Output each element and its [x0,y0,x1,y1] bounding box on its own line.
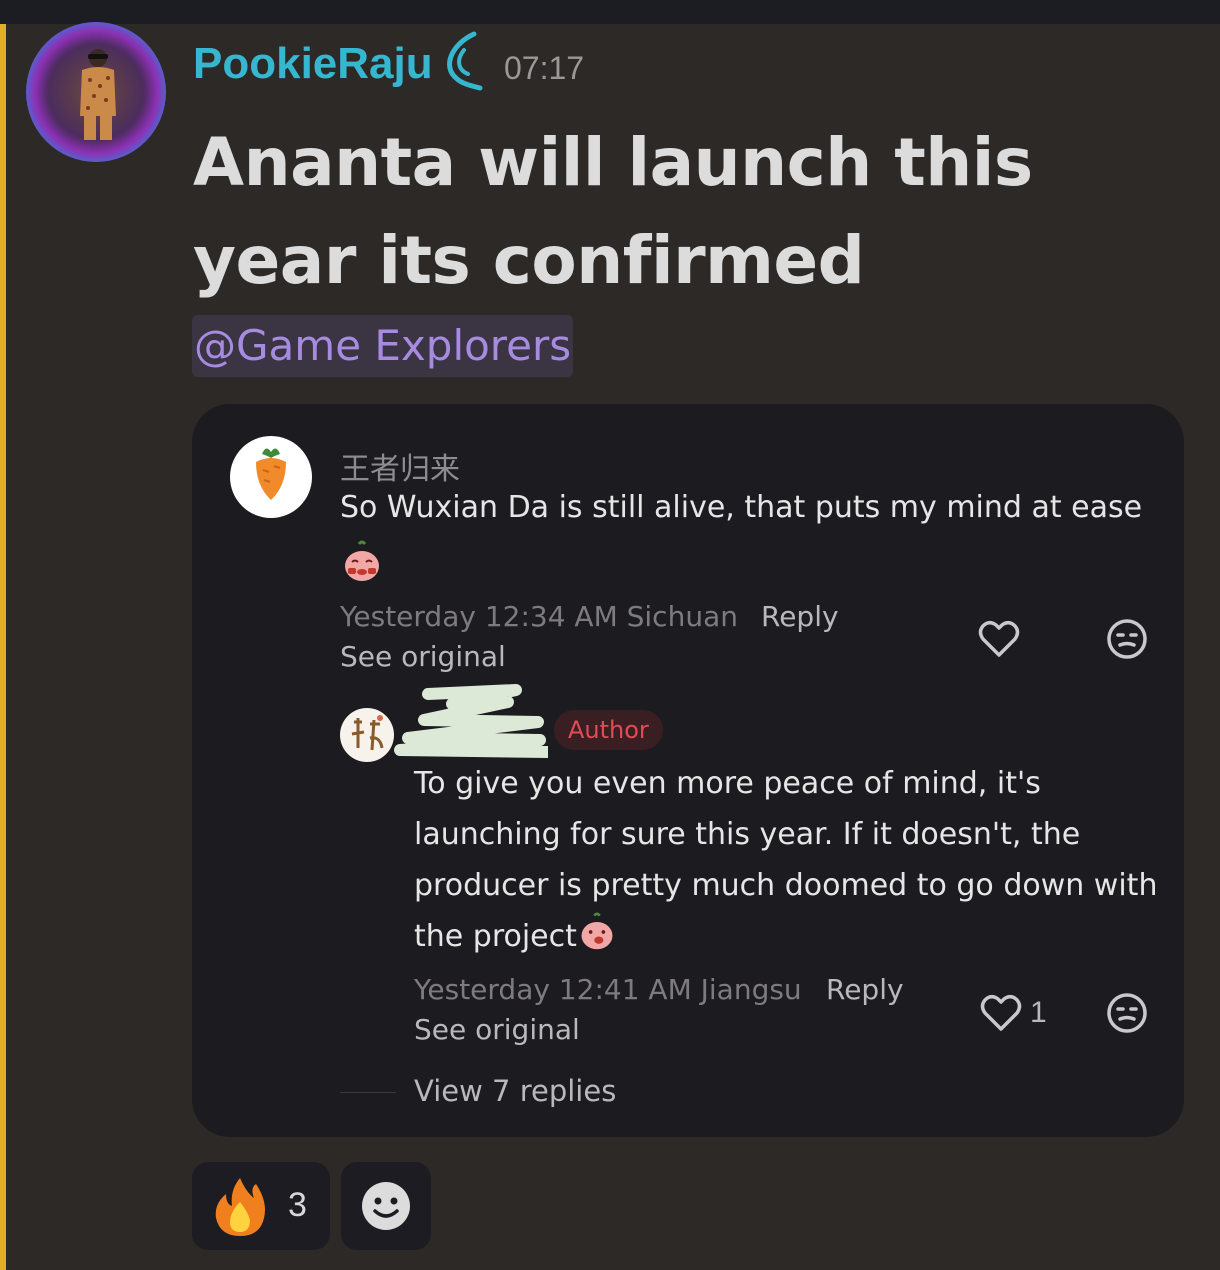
message-timestamp: 07:17 [504,50,585,86]
reaction-face-icon[interactable] [1104,616,1150,662]
smirk-sticker-icon [581,912,613,950]
top-bar [0,0,1220,24]
redacted-name-scribble [394,684,548,758]
like-heart-icon[interactable] [978,990,1024,1036]
comment-meta: Yesterday 12:34 AM Sichuan [340,600,738,633]
view-replies-button[interactable]: View 7 replies [414,1074,616,1108]
message-text: Ananta will launch this year its confirm… [193,124,1033,299]
fire-reaction-button[interactable]: 3 [192,1162,330,1250]
replies-divider [340,1092,396,1093]
moon-swirl-icon [447,31,483,91]
highlight-accent-bar [0,24,6,1270]
message-author[interactable]: PookieRaju [193,39,433,89]
reply-author-avatar [340,708,394,762]
comment-reply-button[interactable]: Reply [761,600,839,633]
reply-reply-button[interactable]: Reply [826,973,904,1006]
relieved-sticker-icon [345,540,379,581]
avatar-person-icon [80,49,116,140]
embedded-image-card[interactable]: 王者归来 So Wuxian Da is still alive, that p… [192,404,1184,1137]
smiley-icon [362,1182,410,1230]
fire-reaction-count: 3 [288,1186,307,1224]
reaction-face-icon[interactable] [1104,990,1150,1036]
comment-see-original-link[interactable]: See original [340,640,506,673]
carrot-icon [256,448,286,500]
calligraphy-logo-icon [351,715,384,751]
like-count: 1 [1030,996,1047,1029]
user-avatar[interactable] [26,22,166,162]
reply-see-original-link[interactable]: See original [414,1013,580,1046]
fire-icon [215,1178,265,1236]
comment-text: So Wuxian Da is still alive, that puts m… [340,490,1143,525]
author-badge: Author [554,710,663,750]
commenter-avatar [230,436,312,518]
commenter-name: 王者归来 [340,452,460,487]
role-mention[interactable]: @Game Explorers [192,315,574,377]
reply-meta: Yesterday 12:41 AM Jiangsu [414,973,802,1006]
reply-text-content: To give you even more peace of mind, it'… [414,766,1158,954]
add-reaction-button[interactable] [341,1162,431,1250]
reply-text: To give you even more peace of mind, it'… [414,758,1164,962]
like-heart-icon[interactable] [976,616,1022,662]
